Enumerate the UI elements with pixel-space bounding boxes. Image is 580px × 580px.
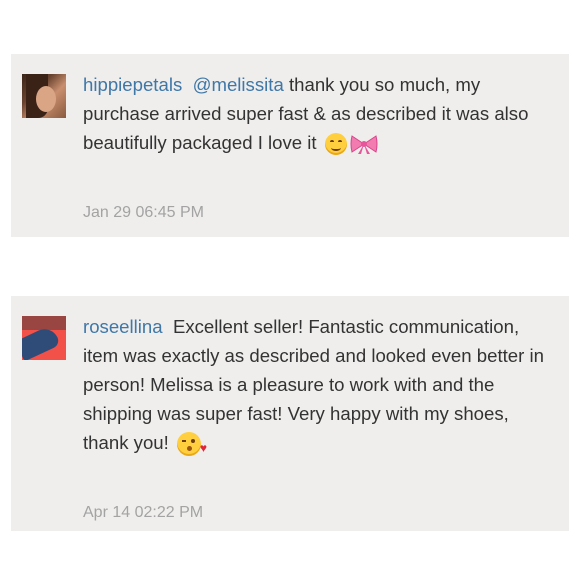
face-blowing-kiss-icon: ♥ <box>176 432 207 457</box>
username-link[interactable]: hippiepetals <box>83 74 182 95</box>
comment-card: roseellina Excellent seller! Fantastic c… <box>11 296 569 531</box>
username-link[interactable]: roseellina <box>83 316 163 337</box>
avatar[interactable] <box>22 316 66 360</box>
avatar[interactable] <box>22 74 66 118</box>
ribbon-bow-icon <box>350 135 378 155</box>
comment-body: roseellina Excellent seller! Fantastic c… <box>83 312 553 457</box>
timestamp: Jan 29 06:45 PM <box>83 204 204 221</box>
smiling-face-icon <box>324 133 347 156</box>
timestamp: Apr 14 02:22 PM <box>83 504 204 521</box>
mention-link[interactable]: @melissita <box>193 74 284 95</box>
comment-body: hippiepetals @melissita thank you so muc… <box>83 70 553 157</box>
comment-card: hippiepetals @melissita thank you so muc… <box>11 54 569 237</box>
avatar-face <box>36 86 56 112</box>
